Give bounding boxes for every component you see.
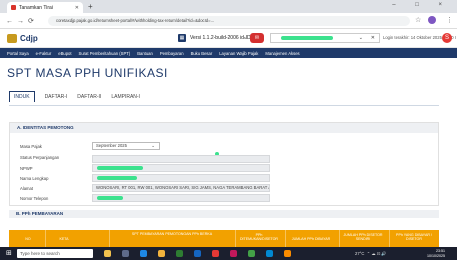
column-header-no: NO [25, 237, 31, 241]
redacted-telepon [97, 196, 123, 200]
column-header-pph-ditemukan: PPh DITEMUKAN/DISETOR [239, 233, 279, 241]
close-tab-icon[interactable]: ✕ [75, 5, 79, 11]
user-avatar[interactable]: S [442, 33, 452, 43]
tab-lampiran-1[interactable]: LAMPIRAN-I [111, 94, 140, 102]
app-logo-text: Cdjp [20, 34, 38, 43]
edge-icon[interactable] [140, 250, 147, 257]
favicon-icon [11, 5, 16, 10]
menu-item-spt[interactable]: Surat Pemberitahuan (SPT) [79, 51, 131, 56]
version-label: Versi 1.1.2-build-2006 id-ID [190, 35, 251, 41]
menu-item-manajemen-akses[interactable]: Manajemen Akses [265, 51, 299, 56]
app-grid-icon[interactable]: ▦ [178, 34, 186, 42]
app-icon[interactable] [230, 250, 237, 257]
nomor-telepon-field [92, 194, 270, 202]
menu-item-buku-besar[interactable]: Buku Besar [191, 51, 213, 56]
taxpayer-selector[interactable]: ⌄ ✕ [270, 33, 380, 43]
chevron-down-icon: ⌄ [358, 35, 363, 41]
tab-divider [9, 105, 439, 106]
column-header-jumlah-dibayar: JUMLAH PPh DIBAYAR [291, 237, 331, 241]
profile-icon[interactable] [428, 16, 436, 24]
window-controls[interactable]: – □ × [392, 2, 451, 8]
label-masa-pajak: Masa Pajak [20, 144, 42, 149]
pembayaran-section-header[interactable]: B. PPh PEMBAYARAN [9, 210, 439, 218]
label-npwp: NPWP [20, 166, 33, 171]
column-header-spt-pembayaran: SPT PEMBAYARAN PEMOTONGAN PPh BERKA [131, 232, 213, 236]
file-explorer-icon[interactable] [158, 250, 165, 257]
address-bar-row: ←→⟳ coretaxdjp.pajak.go.id/returnsheet-p… [0, 13, 457, 29]
menu-item-portal[interactable]: Portal Saya [7, 51, 29, 56]
chrome-icon[interactable] [248, 250, 255, 257]
chevron-down-icon: ⌄ [151, 143, 155, 148]
chevron-down-icon[interactable]: ⌄ [243, 35, 247, 41]
menu-item-bantuan[interactable]: Bantuan [137, 51, 153, 56]
npwp-field [92, 164, 270, 172]
page-title: SPT MASA PPH UNIFIKASI [7, 66, 168, 80]
url-bar[interactable]: coretaxdjp.pajak.go.id/returnsheet-porta… [48, 16, 410, 26]
menu-item-pembayaran[interactable]: Pembayaran [160, 51, 184, 56]
excel-icon[interactable] [176, 250, 183, 257]
column-header-jumlah-disetor: JUMLAH PPh DISETOR SENDIRI [343, 233, 383, 241]
label-status-perpanjangan: Status Perpanjangan [20, 155, 60, 160]
masa-pajak-value: September 2025 [96, 143, 127, 148]
windows-taskbar: ⊞ Type here to search 27°C ⌃ ☁ ⊡ 🔊 23:51… [0, 247, 457, 260]
identity-section-header[interactable]: A. IDENTITAS PEMOTONG [10, 123, 438, 133]
redacted-nama [97, 176, 137, 180]
notification-icon[interactable]: ✉ [250, 33, 264, 43]
browser-menu-icon[interactable]: ⋮ [446, 16, 453, 24]
status-perpanjangan-field [92, 155, 270, 163]
label-nomor-telepon: Nomor Telepon [20, 196, 49, 201]
system-tray[interactable]: 27°C ⌃ ☁ ⊡ 🔊 [355, 251, 387, 257]
weather-widget-icon[interactable] [104, 250, 111, 257]
column-divider [339, 230, 340, 247]
column-divider [235, 230, 236, 247]
djp-logo-icon [7, 34, 17, 43]
tray-icons: ⌃ ☁ ⊡ 🔊 [365, 251, 387, 256]
column-divider [109, 230, 110, 247]
column-divider [389, 230, 390, 247]
redacted-npwp [97, 166, 143, 170]
close-icon[interactable]: ✕ [371, 34, 375, 42]
navigation-buttons[interactable]: ←→⟳ [6, 17, 38, 25]
label-alamat: Alamat [20, 186, 34, 191]
weather-temp: 27°C [355, 251, 365, 256]
identity-panel: A. IDENTITAS PEMOTONG Masa Pajak Septemb… [9, 122, 439, 206]
menu-item-layanan[interactable]: Layanan Wajib Pajak [219, 51, 258, 56]
taskbar-search-input[interactable]: Type here to search [17, 249, 93, 258]
tab-title: Tanamkan Tirai [19, 4, 53, 11]
label-nama-lengkap: Nama Lengkap [20, 176, 49, 181]
column-divider [45, 230, 46, 247]
column-header-pph-dibayar-disetor: PPh YANG DIBAYAR / DISETOR [396, 233, 432, 241]
browser-tab[interactable]: Tanamkan Tirai ✕ [7, 2, 83, 13]
app-icon[interactable] [212, 250, 219, 257]
taskbar-clock[interactable]: 23:51 10/10/2025 [427, 249, 445, 258]
alamat-field: WONOSARI, RT 001, RW 001, WONOSARI SARI,… [92, 184, 270, 192]
column-header-keta: KETA [59, 237, 69, 241]
app-icon[interactable] [284, 250, 291, 257]
task-view-icon[interactable] [122, 250, 129, 257]
column-divider [285, 230, 286, 247]
form-tabs: INDUK DAFTAR-I DAFTAR-II LAMPIRAN-I [9, 91, 150, 102]
main-menu: Portal Saya e-Faktur eBupot Surat Pember… [0, 48, 457, 58]
tab-induk[interactable]: INDUK [9, 91, 35, 102]
tab-daftar-2[interactable]: DAFTAR-II [77, 94, 101, 102]
nama-lengkap-field [92, 174, 270, 182]
masa-pajak-select[interactable]: September 2025 ⌄ [92, 142, 160, 150]
menu-item-efaktur[interactable]: e-Faktur [36, 51, 52, 56]
clock-date: 10/10/2025 [427, 253, 445, 258]
app-icon[interactable] [266, 250, 273, 257]
windows-start-icon[interactable]: ⊞ [6, 250, 13, 257]
tab-daftar-1[interactable]: DAFTAR-I [45, 94, 68, 102]
redacted-taxpayer-name [281, 36, 333, 40]
menu-item-ebupot[interactable]: eBupot [58, 51, 71, 56]
app-header: Cdjp ▦ Versi 1.1.2-build-2006 id-ID ⌄ ✉ … [0, 30, 457, 48]
browser-tab-bar: Tanamkan Tirai ✕ + – □ × [0, 0, 457, 13]
bookmark-star-icon[interactable]: ☆ [415, 16, 421, 24]
new-tab-button[interactable]: + [88, 2, 93, 11]
table-header: NO KETA SPT PEMBAYARAN PEMOTONGAN PPh BE… [9, 230, 439, 247]
word-icon[interactable] [194, 250, 201, 257]
